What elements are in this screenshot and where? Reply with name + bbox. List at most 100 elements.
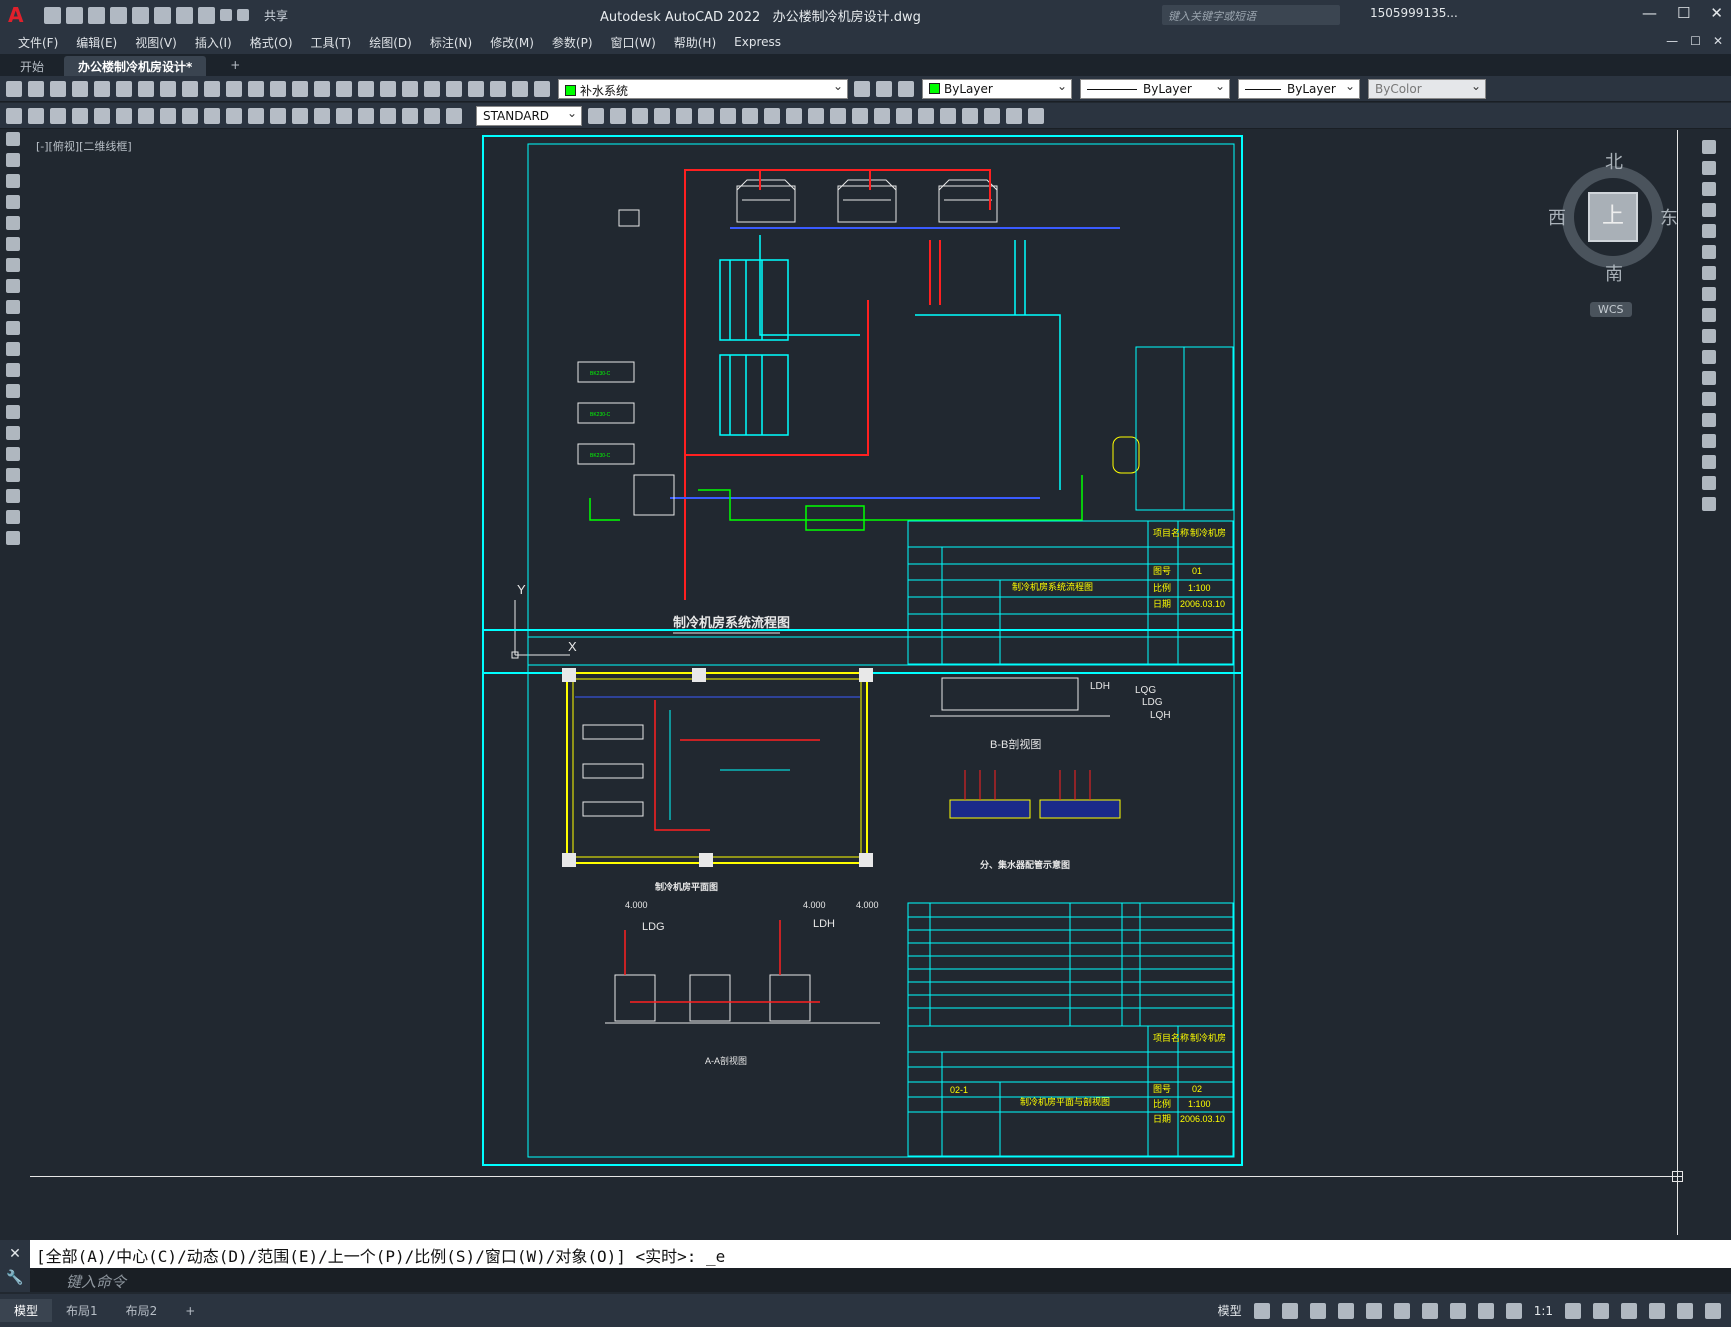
viewcube[interactable]: 上 北 南 东 西 xyxy=(1548,152,1678,285)
menu-insert[interactable]: 插入(I) xyxy=(195,34,232,51)
menu-edit[interactable]: 编辑(E) xyxy=(76,34,117,51)
join-icon[interactable] xyxy=(852,107,868,124)
stretch-icon[interactable] xyxy=(1702,308,1716,322)
menu-tools[interactable]: 工具(T) xyxy=(311,34,352,51)
layer-properties-icon[interactable] xyxy=(534,80,550,97)
pan-icon[interactable] xyxy=(292,80,308,97)
trim-icon[interactable] xyxy=(786,107,802,124)
make-block-icon[interactable] xyxy=(6,384,20,398)
ordinate-dim-icon[interactable] xyxy=(138,107,154,124)
tab-drawing[interactable]: 办公楼制冷机房设计* xyxy=(64,56,207,76)
annotation-scale[interactable]: 1:1 xyxy=(1534,1304,1553,1318)
point-icon[interactable] xyxy=(6,405,20,419)
annotation-visibility-icon[interactable] xyxy=(1477,1302,1494,1319)
trim-icon[interactable] xyxy=(1702,329,1716,343)
new-tab-button[interactable]: + xyxy=(216,56,254,76)
properties-icon[interactable] xyxy=(380,80,396,97)
app-logo[interactable]: A xyxy=(8,3,36,27)
dim-edit-icon[interactable] xyxy=(424,107,440,124)
text-style-dropdown[interactable]: STANDARD xyxy=(476,105,582,126)
offset-icon[interactable] xyxy=(1702,203,1716,217)
plot-icon[interactable] xyxy=(176,6,193,24)
menu-help[interactable]: 帮助(H) xyxy=(674,34,716,51)
customize-icon[interactable] xyxy=(237,9,249,21)
compass-west[interactable]: 西 xyxy=(1548,204,1566,230)
save-web-icon[interactable] xyxy=(154,6,171,24)
viewport-controls-label[interactable]: [-][俯视][二维线框] xyxy=(36,138,132,154)
attribute-icon[interactable] xyxy=(984,107,1000,124)
command-input[interactable]: 键入命令 xyxy=(30,1268,1731,1292)
dim-space-icon[interactable] xyxy=(314,107,330,124)
menu-parametric[interactable]: 参数(P) xyxy=(552,34,593,51)
sheet-set-icon[interactable] xyxy=(446,80,462,97)
blend-icon[interactable] xyxy=(1702,476,1716,490)
array-icon[interactable] xyxy=(1702,224,1716,238)
calculator-icon[interactable] xyxy=(490,80,506,97)
open-icon[interactable] xyxy=(66,6,83,24)
erase-icon[interactable] xyxy=(1702,140,1716,154)
paste-icon[interactable] xyxy=(204,80,220,97)
tolerance-icon[interactable] xyxy=(336,107,352,124)
layer-dropdown[interactable]: 补水系统 xyxy=(558,78,848,99)
spline-icon[interactable] xyxy=(6,300,20,314)
drawing-canvas[interactable]: BK230-C BK230-C BK230-C 项目名称 制冷机房 制冷机房系统流程… xyxy=(30,130,1683,1235)
viewcube-top-face[interactable]: 上 xyxy=(1588,192,1638,242)
copy-icon[interactable] xyxy=(1702,161,1716,175)
offset-icon[interactable] xyxy=(654,107,670,124)
copy-icon[interactable] xyxy=(182,80,198,97)
radius-dim-icon[interactable] xyxy=(160,107,176,124)
open-web-icon[interactable] xyxy=(132,6,149,24)
drawing-viewport[interactable]: BK230-C BK230-C BK230-C 项目名称 制冷机房 制冷机房系统流程… xyxy=(30,130,1683,1235)
angular-dim-icon[interactable] xyxy=(226,107,242,124)
arc-icon[interactable] xyxy=(6,237,20,251)
copy-object-icon[interactable] xyxy=(610,107,626,124)
baseline-dim-icon[interactable] xyxy=(270,107,286,124)
save-icon[interactable] xyxy=(88,6,105,24)
new-icon[interactable] xyxy=(6,80,22,97)
polyline-icon[interactable] xyxy=(6,174,20,188)
plot-icon[interactable] xyxy=(72,80,88,97)
save-icon[interactable] xyxy=(50,80,66,97)
zoom-window-icon[interactable] xyxy=(336,80,352,97)
customize-status-icon[interactable] xyxy=(1705,1302,1721,1319)
model-space-button[interactable]: 模型 xyxy=(1218,1302,1242,1319)
menu-format[interactable]: 格式(O) xyxy=(250,34,293,51)
explode-icon[interactable] xyxy=(918,107,934,124)
named-views-icon[interactable] xyxy=(6,107,22,124)
rotate-icon[interactable] xyxy=(1702,266,1716,280)
rotate-icon[interactable] xyxy=(720,107,736,124)
continue-dim-icon[interactable] xyxy=(292,107,308,124)
match-icon[interactable] xyxy=(226,80,242,97)
scale-icon[interactable] xyxy=(742,107,758,124)
circle-icon[interactable] xyxy=(6,258,20,272)
insert-block-icon[interactable] xyxy=(6,363,20,377)
center-mark-icon[interactable] xyxy=(358,107,374,124)
wcs-menu[interactable]: WCS xyxy=(1590,302,1632,317)
markup-icon[interactable] xyxy=(468,80,484,97)
tab-start[interactable]: 开始 xyxy=(6,56,58,76)
extend-icon[interactable] xyxy=(1702,350,1716,364)
scale-icon[interactable] xyxy=(1702,287,1716,301)
annotation-monitor-icon[interactable] xyxy=(1593,1302,1609,1319)
multiline-text-icon[interactable] xyxy=(6,510,20,524)
doc-close-button[interactable]: ✕ xyxy=(1713,34,1723,48)
layout-tab-2[interactable]: 布局2 xyxy=(112,1299,172,1322)
new-icon[interactable] xyxy=(44,6,61,24)
layer-previous-icon[interactable] xyxy=(876,80,892,97)
tool-palettes-icon[interactable] xyxy=(424,80,440,97)
fillet-icon[interactable] xyxy=(1702,455,1716,469)
move-icon[interactable] xyxy=(698,107,714,124)
break-at-point-icon[interactable] xyxy=(1702,371,1716,385)
zoom-previous-icon[interactable] xyxy=(358,80,374,97)
rectangle-icon[interactable] xyxy=(6,216,20,230)
dim-style-icon[interactable] xyxy=(588,107,604,124)
isometric-icon[interactable] xyxy=(1365,1302,1382,1319)
menu-draw[interactable]: 绘图(D) xyxy=(369,34,412,51)
lineweight-icon[interactable] xyxy=(1449,1302,1466,1319)
image-icon[interactable] xyxy=(1028,107,1044,124)
region-icon[interactable] xyxy=(6,468,20,482)
gradient-icon[interactable] xyxy=(6,447,20,461)
explode-icon[interactable] xyxy=(1702,497,1716,511)
redo-icon[interactable] xyxy=(220,9,232,21)
cut-icon[interactable] xyxy=(160,80,176,97)
